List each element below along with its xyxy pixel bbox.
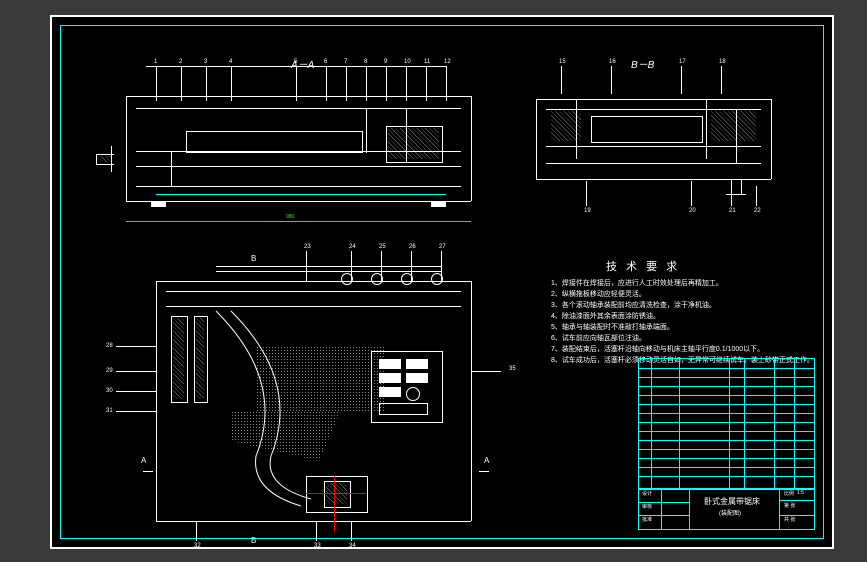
balloon: 30 [106, 388, 113, 394]
balloon: 15 [559, 59, 566, 65]
sheet-label: 第 张 [784, 502, 795, 509]
leaders-aa [126, 66, 471, 96]
balloon: 23 [304, 244, 311, 250]
tech-req-line: 5、轴承与轴装配时不准敲打轴承端面。 [551, 322, 674, 332]
balloon: 7 [344, 59, 347, 65]
balloon: 20 [689, 208, 696, 214]
tech-req-line: 6、试车前应向轴瓦部位注油。 [551, 333, 646, 343]
tech-req-line: 7、装配结束后，活塞杆沿轴向移动与机床主轴平行度0.1/1000以下。 [551, 344, 764, 354]
balloon: 4 [229, 59, 232, 65]
drawing-title: 卧式金属带锯床 [704, 496, 760, 507]
leader [306, 251, 307, 281]
approved-label: 批准 [642, 516, 652, 523]
dim-line [126, 221, 471, 222]
leader [411, 251, 412, 281]
balloon: 8 [364, 59, 367, 65]
balloon: 12 [444, 59, 451, 65]
dim-overall-w: 980 [286, 214, 294, 220]
balloon: 34 [349, 543, 356, 549]
balloon: 35 [509, 366, 516, 372]
view-aa [126, 96, 471, 201]
balloon: 22 [754, 208, 761, 214]
balloon: 3 [204, 59, 207, 65]
leader [196, 521, 197, 541]
balloon: 18 [719, 59, 726, 65]
cutmark-b-top: B [251, 254, 256, 263]
leader [756, 186, 757, 206]
leader [721, 66, 722, 94]
balloon: 24 [349, 244, 356, 250]
designed-label: 设计 [642, 490, 652, 497]
leader [691, 181, 692, 206]
drawing-frame-outer: A－A [50, 15, 834, 549]
view-plan [156, 281, 471, 521]
leader [116, 346, 156, 347]
leader [381, 251, 382, 281]
leader [731, 186, 732, 206]
detail-aa-left [96, 146, 118, 176]
balloon: 17 [679, 59, 686, 65]
balloon: 10 [404, 59, 411, 65]
balloon: 19 [584, 208, 591, 214]
leader [316, 521, 317, 541]
tech-req-line: 4、除油漆面外其余表面涂防锈油。 [551, 311, 660, 321]
tech-req-line: 1、焊接件在焊接后，应进行人工时效处理后再精加工。 [551, 278, 723, 288]
leader [681, 66, 682, 94]
leader [611, 66, 612, 94]
balloon: 6 [324, 59, 327, 65]
cutmark-b-bottom: B [251, 536, 256, 545]
balloon: 31 [106, 408, 113, 414]
leader [116, 411, 156, 412]
balloon: 2 [179, 59, 182, 65]
balloon: 33 [314, 543, 321, 549]
balloon: 26 [409, 244, 416, 250]
scale-label: 比例 [784, 490, 794, 497]
leader [561, 66, 562, 94]
balloon: 1 [154, 59, 157, 65]
balloon: 16 [609, 59, 616, 65]
title-block: 卧式金属带锯床 (装配图) 比例 1:5 第 张 共 张 设计 审核 [638, 358, 815, 530]
scale-value: 1:5 [797, 490, 804, 496]
tech-req-line: 2、纵横拖板移动应轻便灵活。 [551, 289, 646, 299]
balloon: 5 [294, 59, 297, 65]
cutmark-a-left: A [141, 456, 146, 465]
tech-req-line: 3、各个滚动轴承装配前均应清洗检查，涂干净机油。 [551, 300, 716, 310]
balloon: 29 [106, 368, 113, 374]
balloon: 25 [379, 244, 386, 250]
balloon: 27 [439, 244, 446, 250]
balloon: 28 [106, 343, 113, 349]
drawing-subtitle: (装配图) [719, 508, 741, 517]
balloon: 32 [194, 543, 201, 549]
balloon: 11 [424, 59, 430, 65]
leader [351, 521, 352, 541]
leader [441, 251, 442, 281]
drawing-frame-inner: A－A [60, 25, 824, 539]
cutmark-a-right: A [484, 456, 489, 465]
section-bb-label: B－B [631, 56, 654, 71]
leader [116, 371, 156, 372]
leader [116, 391, 156, 392]
leader [351, 251, 352, 281]
view-bb [536, 91, 771, 181]
tech-req-title: 技 术 要 求 [606, 258, 680, 274]
total-label: 共 张 [784, 516, 795, 523]
balloon: 21 [729, 208, 736, 214]
leader [586, 181, 587, 206]
checked-label: 审核 [642, 503, 652, 510]
balloon: 9 [384, 59, 387, 65]
